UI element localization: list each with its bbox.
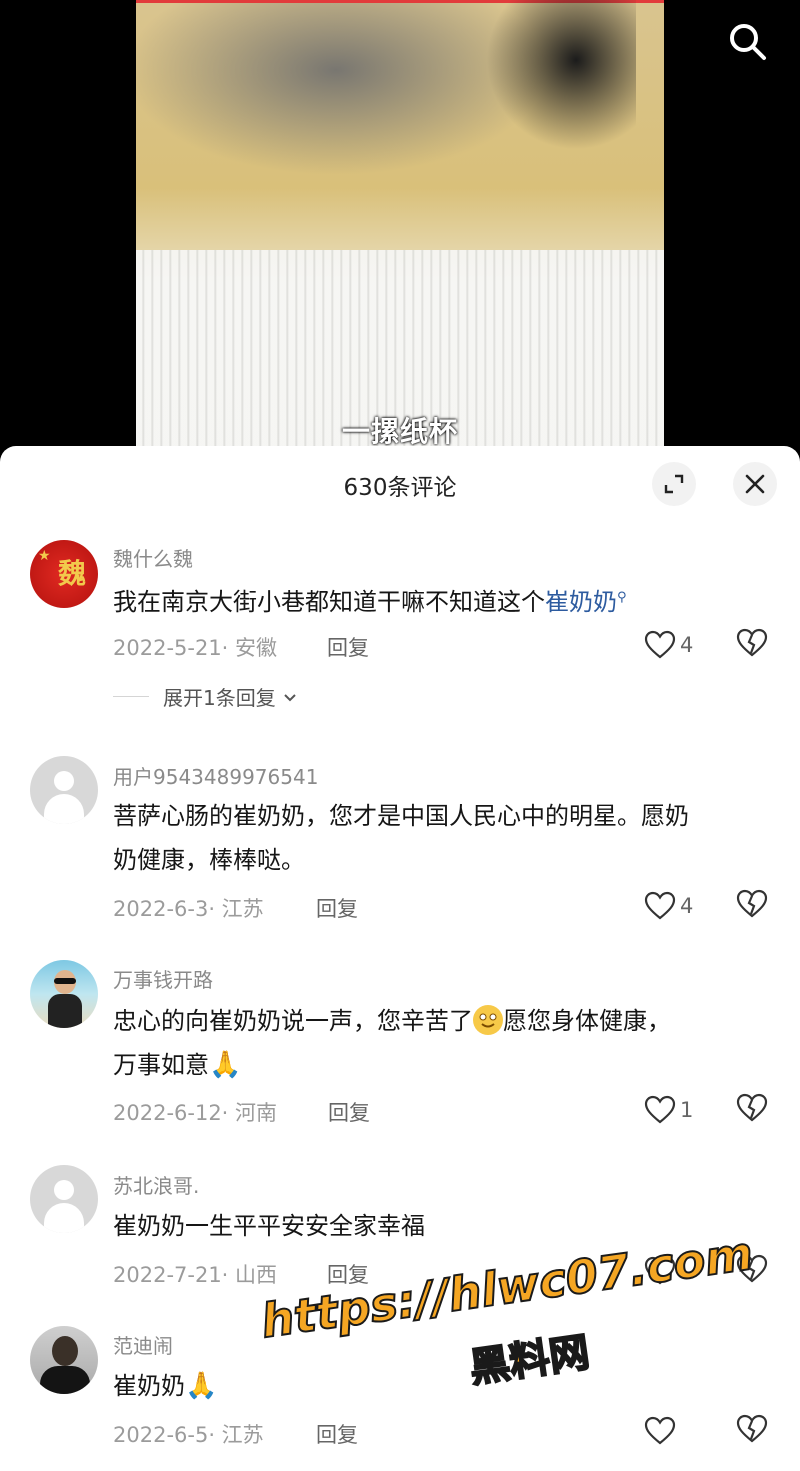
video-player[interactable]: 一摞纸杯 — [0, 0, 800, 470]
broken-heart-icon — [736, 1414, 768, 1443]
video-subtitle: 一摞纸杯 — [341, 415, 458, 448]
comment-text-line: 忠心的向崔奶奶说一声，您辛苦了 愿您身体健康， — [113, 999, 773, 1043]
watermark-site-name: 黑料网 — [466, 1328, 593, 1392]
avatar-body — [48, 994, 82, 1028]
comment-text: 我在南京大街小巷都知道干嘛不知道这个崔奶奶⚲ — [113, 576, 773, 624]
video-shadow — [486, 0, 636, 150]
comment-text: 忠心的向崔奶奶说一声，您辛苦了 愿您身体健康， 万事如意🙏 — [113, 999, 773, 1087]
broken-heart-icon — [736, 1093, 768, 1122]
default-avatar-head — [54, 1180, 74, 1200]
comment-username[interactable]: 万事钱开路 — [113, 964, 213, 993]
like-count: 1 — [680, 1098, 694, 1122]
reply-button[interactable]: 回复 — [327, 632, 369, 662]
search-button[interactable] — [722, 16, 772, 66]
reply-button[interactable]: 回复 — [316, 893, 358, 923]
divider — [113, 696, 149, 697]
pray-emoji-icon: 🙏 — [185, 1371, 218, 1401]
like-button[interactable]: 4 — [644, 628, 704, 662]
avatar[interactable]: ★ 魏 — [30, 540, 98, 608]
heart-icon — [644, 891, 676, 920]
comment-username[interactable]: 苏北浪哥. — [113, 1170, 199, 1199]
heart-icon — [644, 630, 676, 659]
dislike-button[interactable] — [736, 889, 770, 923]
like-count: 4 — [680, 633, 694, 657]
default-avatar-head — [54, 771, 74, 791]
comment-text-line: 菩萨心肠的崔奶奶，您才是中国人民心中的明星。愿奶 — [113, 802, 689, 830]
expand-replies-button[interactable]: 展开1条回复 — [113, 682, 300, 711]
avatar[interactable] — [30, 1165, 98, 1233]
comment-username[interactable]: 用户9543489976541 — [113, 761, 318, 790]
close-button[interactable] — [733, 462, 777, 506]
close-icon — [745, 474, 765, 494]
like-count: 4 — [680, 894, 694, 918]
comment-text-line: 万事如意🙏 — [113, 1043, 773, 1087]
like-button[interactable]: 4 — [644, 889, 704, 923]
comment-text-part: 愿您身体健康， — [503, 1007, 671, 1035]
chevron-down-icon — [284, 693, 296, 701]
expand-button[interactable] — [652, 462, 696, 506]
avatar[interactable] — [30, 1326, 98, 1394]
comment-date-location: 2022-6-12· 河南 — [113, 1101, 278, 1125]
heart-icon — [644, 1095, 676, 1124]
comment-text: 菩萨心肠的崔奶奶，您才是中国人民心中的明星。愿奶 奶健康，棒棒哒。 — [113, 794, 773, 882]
search-icon — [730, 24, 766, 60]
comment-date-location: 2022-6-3· 江苏 — [113, 897, 264, 921]
comment-text-part: 崔奶奶 — [113, 1372, 185, 1400]
comment-text-part: 我在南京大街小巷都知道干嘛不知道这个 — [113, 588, 545, 616]
search-link-label: 崔奶奶 — [545, 588, 617, 616]
avatar[interactable] — [30, 960, 98, 1028]
comment-username[interactable]: 魏什么魏 — [113, 543, 193, 572]
avatar-body — [40, 1366, 90, 1394]
comment-text-part: 万事如意 — [113, 1051, 209, 1079]
like-button[interactable]: 1 — [644, 1093, 704, 1127]
dislike-button[interactable] — [736, 1093, 770, 1127]
broken-heart-icon — [736, 628, 768, 657]
comment-text-line: 奶健康，棒棒哒。 — [113, 846, 305, 874]
video-frame — [136, 0, 664, 470]
comment-text-part: 忠心的向崔奶奶说一声，您辛苦了 — [113, 1007, 473, 1035]
star-icon: ★ — [38, 548, 51, 564]
comment-username[interactable]: 范迪闹 — [113, 1330, 173, 1359]
avatar-face — [52, 1336, 78, 1366]
avatar[interactable] — [30, 756, 98, 824]
comments-header: 630条评论 — [0, 446, 800, 522]
reply-button[interactable]: 回复 — [328, 1097, 370, 1127]
avatar-glasses — [54, 978, 76, 984]
avatar-logo-text: 魏 — [58, 557, 87, 590]
comment-date-location: 2022-6-5· 江苏 — [113, 1423, 264, 1447]
default-avatar-body — [44, 794, 84, 824]
broken-heart-icon — [736, 889, 768, 918]
pray-emoji-icon: 🙏 — [209, 1050, 242, 1080]
expand-icon — [664, 474, 684, 494]
dislike-button[interactable] — [736, 628, 770, 662]
expand-replies-label: 展开1条回复 — [163, 686, 276, 710]
comment-date-location: 2022-7-21· 山西 — [113, 1263, 278, 1287]
like-button[interactable] — [644, 1414, 704, 1448]
comment-date-location: 2022-5-21· 安徽 — [113, 636, 278, 660]
heart-icon — [644, 1416, 676, 1445]
search-link[interactable]: 崔奶奶⚲ — [545, 588, 627, 616]
search-small-icon: ⚲ — [617, 590, 627, 605]
default-avatar-body — [44, 1203, 84, 1233]
smile-emoji-icon — [473, 1005, 503, 1035]
dislike-button[interactable] — [736, 1414, 770, 1448]
